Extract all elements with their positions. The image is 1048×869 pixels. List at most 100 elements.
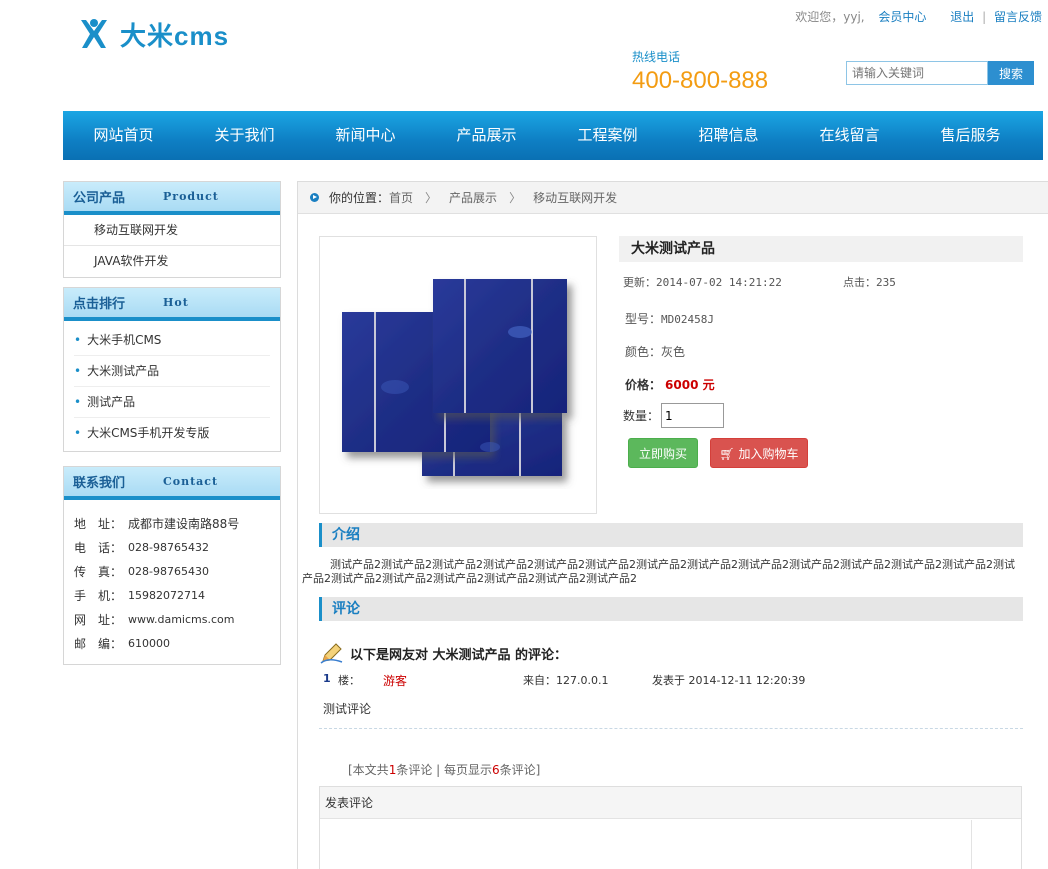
nav-item-products[interactable]: 产品展示: [426, 111, 547, 160]
nav-item-cases[interactable]: 工程案例: [547, 111, 668, 160]
model-label: 型号：: [625, 312, 662, 326]
logo-mark-icon: [81, 19, 107, 48]
site-logo[interactable]: 大米cms: [78, 14, 229, 54]
contact-postcode: 邮 编： 610000: [74, 632, 280, 656]
member-center-link[interactable]: 会员中心: [878, 10, 926, 24]
pager-text: [本文共: [348, 763, 389, 777]
search-input[interactable]: [846, 61, 988, 85]
logout-link[interactable]: 退出: [950, 10, 974, 24]
comment-divider: [319, 728, 1023, 729]
contact-value: www.damicms.com: [128, 613, 235, 626]
product-clicks: 点击：235: [843, 274, 896, 290]
search-button[interactable]: 搜索: [988, 61, 1034, 85]
breadcrumb-label: 你的位置：: [329, 191, 390, 205]
category-item-mobile[interactable]: 移动互联网开发: [64, 215, 280, 246]
contact-mobile: 手 机： 15982072714: [74, 584, 280, 608]
brand-name: 大米cms: [120, 20, 230, 51]
hot-ranking-header: 点击排行 Hot: [64, 288, 280, 321]
product-title: 大米测试产品: [619, 236, 1023, 262]
hotline-label: 热线电话: [632, 50, 681, 64]
comment-user: 游客: [383, 674, 408, 688]
pager-text: 条评论]: [499, 763, 541, 777]
hot-item-label: 大米测试产品: [87, 364, 160, 378]
contact-value: 028-98765430: [128, 565, 209, 578]
product-category-title: 公司产品: [73, 191, 126, 206]
hot-item[interactable]: • 大米手机CMS: [74, 325, 270, 356]
breadcrumb-home[interactable]: 首页: [389, 189, 413, 206]
nav-item-service[interactable]: 售后服务: [910, 111, 1031, 160]
comments-header: 评论: [319, 597, 1023, 621]
breadcrumb-arrow: 〉: [509, 191, 522, 205]
add-to-cart-button[interactable]: 🛒︎ 加入购物车: [710, 438, 808, 468]
main-content: 你的位置： 首页 〉 产品展示 〉 移动互联网开发 大米测试产品 更新：2014…: [297, 181, 1048, 869]
comment-heading-text: 以下是网友对 大米测试产品 的评论：: [350, 647, 568, 663]
hotline-number: 400-800-888: [632, 67, 769, 94]
location-arrow-icon: [310, 193, 319, 202]
post-comment-box: 发表评论: [319, 786, 1022, 869]
category-item-java[interactable]: JAVA软件开发: [64, 246, 280, 277]
product-model: 型号：MD02458J: [625, 310, 714, 327]
hot-item-label: 大米CMS手机开发专版: [87, 426, 210, 440]
main-nav: 网站首页 关于我们 新闻中心 产品展示 工程案例 招聘信息 在线留言 售后服务: [63, 111, 1043, 160]
bullet-icon: •: [74, 333, 82, 347]
link-separator: |: [982, 10, 987, 24]
product-color: 颜色：灰色: [625, 343, 685, 360]
contact-key: 网 址：: [74, 613, 123, 627]
breadcrumb-current[interactable]: 移动互联网开发: [533, 189, 617, 206]
buy-now-button[interactable]: 立即购买: [628, 438, 698, 468]
bullet-icon: •: [74, 364, 82, 378]
breadcrumb-products[interactable]: 产品展示: [449, 189, 497, 206]
contact-key: 手 机：: [74, 589, 123, 603]
comment-body: 测试评论: [323, 702, 372, 716]
intro-header: 介绍: [319, 523, 1023, 547]
contact-key: 邮 编：: [74, 637, 123, 651]
comment-heading: 以下是网友对 大米测试产品 的评论：: [320, 642, 567, 664]
contact-key: 传 真：: [74, 565, 123, 579]
hot-item[interactable]: • 大米测试产品: [74, 356, 270, 387]
hot-item[interactable]: • 测试产品: [74, 387, 270, 418]
updated-label: 更新：: [623, 276, 656, 289]
contact-key: 电 话：: [74, 541, 123, 555]
product-category-box: 公司产品 Product 移动互联网开发 JAVA软件开发: [63, 181, 281, 278]
product-updated: 更新：2014-07-02 14:21:22: [623, 274, 782, 290]
contact-value: 610000: [128, 637, 170, 650]
quantity-label: 数量：: [623, 409, 660, 423]
contact-website: 网 址： www.damicms.com: [74, 608, 280, 632]
hot-item[interactable]: • 大米CMS手机开发专版: [74, 418, 270, 449]
color-value: 灰色: [661, 345, 686, 359]
post-comment-title: 发表评论: [320, 787, 1021, 819]
hot-ranking-title-en: Hot: [163, 296, 189, 309]
contact-box: 联系我们 Contact 地 址： 成都市建设南路88号 电 话： 028-9876…: [63, 466, 281, 665]
feedback-link[interactable]: 留言反馈: [994, 10, 1042, 24]
solar-panel-image: [342, 279, 567, 476]
nav-item-about[interactable]: 关于我们: [184, 111, 305, 160]
contact-header: 联系我们 Contact: [64, 467, 280, 500]
price-value: 6000 元: [665, 378, 715, 392]
comment-floor-suffix: 楼：: [338, 674, 360, 687]
contact-key: 地 址：: [74, 517, 123, 531]
contact-title-en: Contact: [163, 475, 219, 488]
model-value: MD02458J: [661, 313, 714, 326]
contact-value: 15982072714: [128, 589, 205, 602]
top-links: 欢迎您，yyj, 会员中心 退出 | 留言反馈: [795, 8, 1042, 25]
product-image[interactable]: [319, 236, 597, 514]
intro-text: 测试产品2测试产品2测试产品2测试产品2测试产品2测试产品2测试产品2测试产品2…: [302, 558, 1015, 585]
comments-per-page: 6: [492, 763, 500, 777]
price-label: 价格：: [625, 378, 662, 392]
clicks-value: 235: [876, 276, 896, 289]
nav-item-message[interactable]: 在线留言: [789, 111, 910, 160]
add-to-cart-label: 加入购物车: [738, 446, 799, 461]
search-box: 搜索: [846, 61, 1034, 85]
quantity-input[interactable]: [661, 403, 725, 428]
nav-item-news[interactable]: 新闻中心: [305, 111, 426, 160]
breadcrumb-arrow: 〉: [425, 191, 438, 205]
contact-value: 028-98765432: [128, 541, 209, 554]
comment-time: 发表于 2014-12-11 12:20:39: [652, 674, 806, 687]
product-category-header: 公司产品 Product: [64, 182, 280, 215]
pager-text: 条评论 | 每页显示: [396, 763, 493, 777]
nav-item-home[interactable]: 网站首页: [63, 111, 184, 160]
updated-value: 2014-07-02 14:21:22: [656, 276, 782, 289]
comment-textarea[interactable]: [320, 820, 972, 869]
hotline: 热线电话 400-800-888: [632, 48, 768, 95]
nav-item-jobs[interactable]: 招聘信息: [668, 111, 789, 160]
